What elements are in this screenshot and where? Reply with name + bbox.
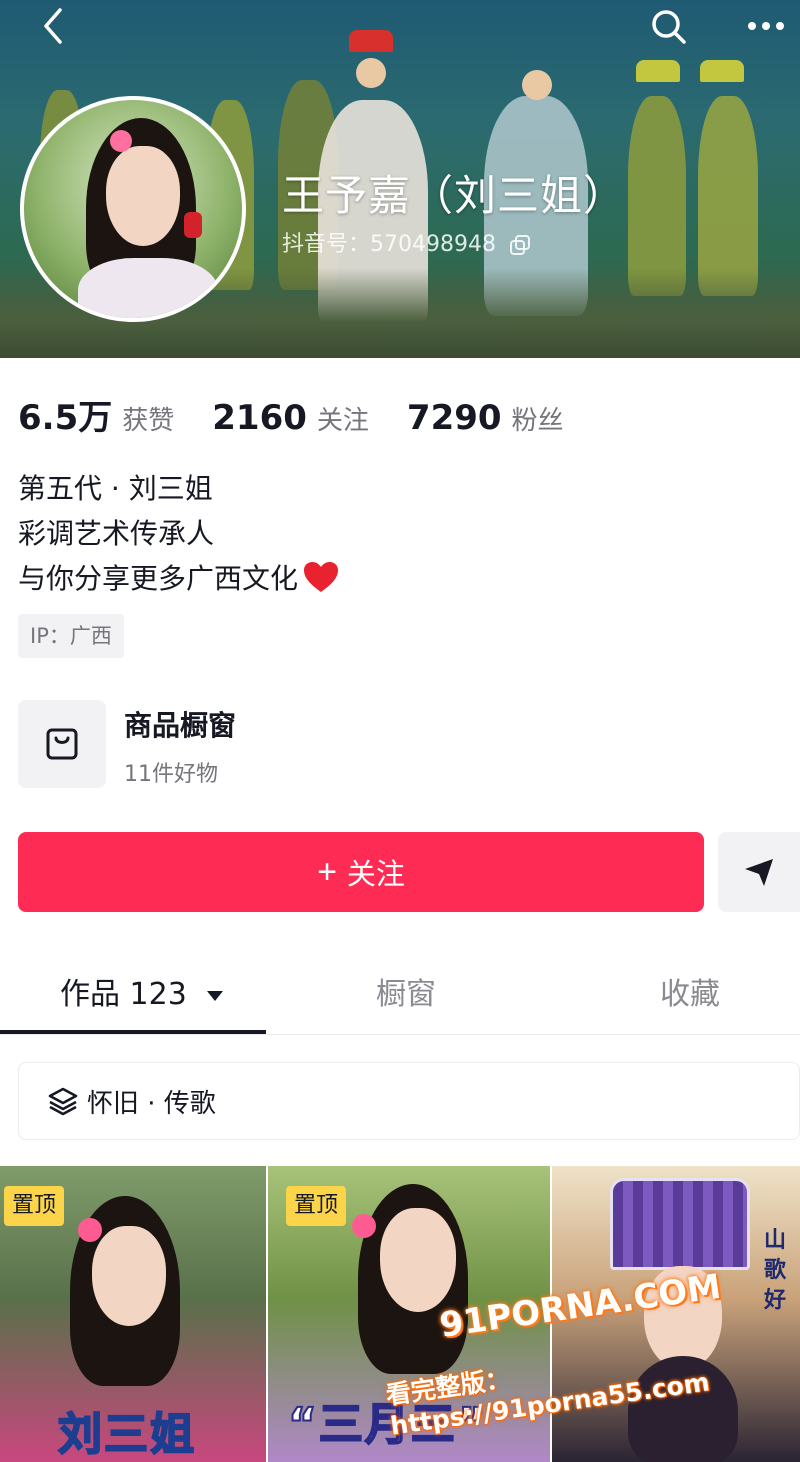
stat-value: 6.5万 [18, 398, 113, 438]
search-icon [652, 10, 686, 44]
collection-label: 怀旧 · 传歌 [87, 1088, 216, 1119]
follow-label: 关注 [346, 859, 405, 891]
send-icon [745, 859, 773, 886]
stat-likes[interactable]: 6.5万 获赞 [18, 390, 174, 439]
thumbnail-side-text: 山歌好 [764, 1228, 787, 1313]
banner-performer-head [356, 58, 386, 88]
direct-message-button[interactable] [718, 832, 800, 912]
search-button[interactable] [648, 6, 688, 46]
tab-works[interactable]: 作品 123 [60, 972, 224, 1018]
layers-icon [47, 1085, 79, 1117]
banner-performer [698, 96, 758, 296]
shop-window-button[interactable] [18, 700, 106, 788]
copy-icon[interactable] [509, 234, 531, 256]
avatar-face [106, 146, 180, 246]
shop-window-count: 11件好物 [124, 762, 218, 787]
pinned-badge: 置顶 [4, 1186, 65, 1226]
stat-label: 粉丝 [511, 406, 564, 436]
douyin-id[interactable]: 抖音号：570498948 [282, 226, 531, 258]
thumbnail-flower [352, 1214, 376, 1238]
avatar[interactable] [20, 96, 246, 322]
more-dots-icon [748, 22, 784, 30]
stat-label: 关注 [316, 406, 369, 436]
avatar-flower [110, 130, 132, 152]
shop-window-title[interactable]: 商品橱窗 [124, 704, 236, 744]
avatar-earring [184, 212, 202, 238]
profile-name: 王予嘉（刘三姐） [282, 171, 627, 220]
stat-following[interactable]: 2160 关注 [212, 398, 369, 438]
follow-plus: + [317, 853, 337, 891]
banner-performer [628, 96, 686, 296]
tab-window[interactable]: 橱窗 [376, 972, 436, 1018]
bio-line: 第五代 · 刘三姐 [18, 472, 213, 505]
tab-favorites[interactable]: 收藏 [660, 972, 720, 1018]
profile-stats: 6.5万 获赞 2160 关注 7290 粉丝 [18, 390, 602, 440]
bio-line: 与你分享更多广西文化 [18, 562, 299, 595]
douyin-id-text: 抖音号：570498948 [282, 232, 496, 257]
tab-label: 作品 123 [60, 977, 187, 1012]
back-button[interactable] [34, 6, 74, 46]
caret-down-icon [207, 990, 224, 1001]
profile-bio: 第五代 · 刘三姐 彩调艺术传承人 与你分享更多广西文化 [18, 466, 340, 601]
follow-button[interactable]: + 关注 [18, 832, 704, 912]
banner-performer-hat [349, 30, 393, 52]
profile-banner: 王予嘉（刘三姐） 抖音号：570498948 [0, 0, 800, 358]
stat-followers[interactable]: 7290 粉丝 [407, 398, 564, 438]
thumbnail-figure-face [92, 1226, 166, 1326]
more-options-button[interactable] [744, 6, 788, 46]
chevron-left-icon [44, 8, 62, 44]
stat-value: 2160 [212, 398, 307, 438]
banner-performer-hat [636, 60, 680, 82]
tab-divider [0, 1034, 800, 1035]
video-thumbnail[interactable]: 置顶 刘三姐 [0, 1166, 266, 1462]
thumbnail-headdress [610, 1178, 750, 1270]
shopping-bag-icon [46, 728, 78, 760]
video-caption: 刘三姐 [57, 1408, 196, 1461]
bio-line: 彩调艺术传承人 [18, 517, 215, 550]
avatar-costume [78, 258, 218, 318]
bio-line-with-heart: 与你分享更多广西文化 [18, 556, 340, 601]
heart-icon [304, 562, 339, 592]
banner-performer-head [522, 70, 552, 100]
pinned-badge: 置顶 [286, 1186, 347, 1226]
banner-performer-hat [700, 60, 744, 82]
stat-value: 7290 [406, 398, 502, 438]
thumbnail-flower [78, 1218, 102, 1242]
ip-location-tag: IP：广西 [18, 614, 124, 658]
stat-label: 获赞 [122, 406, 175, 436]
collection-button[interactable]: 怀旧 · 传歌 [18, 1062, 800, 1140]
thumbnail-figure-face [380, 1208, 456, 1312]
